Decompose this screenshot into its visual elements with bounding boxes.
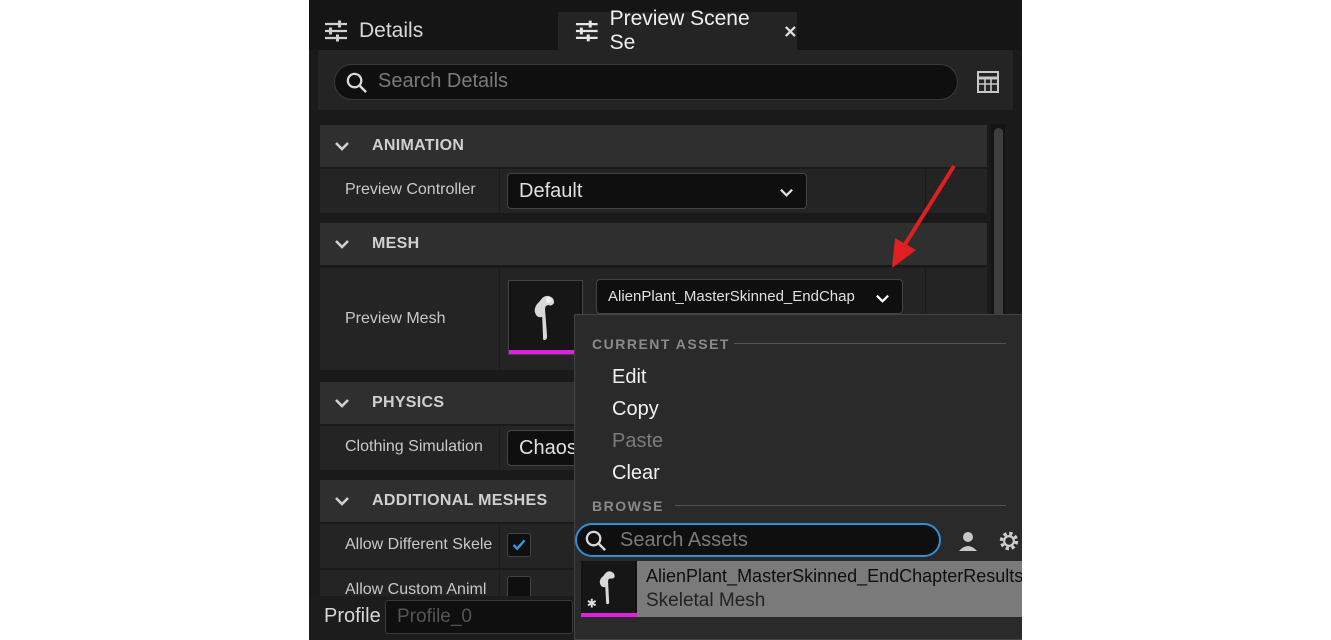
menu-item-copy[interactable]: Copy (612, 398, 659, 421)
tab-preview-scene-label: Preview Scene Se (609, 7, 750, 54)
category-mesh-title: MESH (372, 235, 420, 252)
sliders-icon (575, 20, 598, 42)
asset-result-thumbnail: ✱ (581, 561, 637, 617)
tab-preview-scene-settings[interactable]: Preview Scene Se (558, 7, 797, 54)
preview-mesh-label: Preview Mesh (345, 310, 446, 327)
preview-mesh-value: AlienPlant_MasterSkinned_EndChap (608, 288, 855, 305)
tab-details[interactable]: Details (323, 12, 553, 50)
clothing-simulation-value: Chaos (519, 436, 577, 459)
annotation-arrow-icon (892, 164, 956, 268)
separator (734, 343, 1006, 344)
profile-label: Profile (324, 605, 381, 627)
chevron-down-icon (335, 142, 349, 151)
search-icon (585, 530, 606, 551)
chevron-down-icon (335, 497, 349, 506)
divider (499, 426, 500, 470)
profile-value: Profile_0 (397, 606, 472, 627)
tab-details-label: Details (359, 19, 424, 42)
table-view-icon[interactable] (977, 71, 999, 93)
current-asset-header: CURRENT ASSET (592, 336, 730, 352)
preview-controller-label: Preview Controller (345, 181, 476, 198)
preview-controller-dropdown[interactable]: Default (507, 173, 807, 209)
clothing-simulation-label: Clothing Simulation (345, 438, 483, 455)
alien-plant-thumbnail-icon (511, 281, 580, 350)
menu-item-clear[interactable]: Clear (612, 462, 660, 485)
alien-plant-thumbnail-icon: ✱ (583, 561, 635, 613)
category-animation-title: ANIMATION (372, 137, 465, 154)
asset-result-name: AlienPlant_MasterSkinned_EndChapterResul… (646, 566, 1022, 586)
mesh-thumbnail[interactable] (508, 280, 583, 355)
category-physics-title: PHYSICS (372, 394, 445, 411)
gear-icon[interactable] (996, 528, 1022, 554)
separator (675, 505, 1006, 506)
close-icon[interactable] (784, 25, 797, 38)
chevron-down-icon (335, 399, 349, 408)
asset-type-underline (509, 350, 582, 354)
checkmark-icon (512, 539, 526, 551)
divider (499, 524, 500, 568)
svg-text:✱: ✱ (587, 596, 597, 610)
divider (499, 268, 500, 370)
sliders-icon (325, 20, 347, 42)
menu-item-paste: Paste (612, 430, 664, 452)
asset-type-underline (581, 613, 637, 617)
allow-different-skeletons-label: Allow Different Skele (345, 536, 493, 553)
preview-mesh-dropdown[interactable]: AlienPlant_MasterSkinned_EndChap (596, 279, 903, 314)
search-icon (346, 72, 367, 93)
category-additional-meshes-title: ADDITIONAL MESHES (372, 492, 548, 509)
chevron-down-icon (335, 240, 349, 249)
asset-result-type: Skeletal Mesh (646, 590, 766, 611)
menu-item-edit[interactable]: Edit (612, 366, 646, 389)
chevron-down-icon (780, 188, 793, 197)
profile-input[interactable]: Profile_0 (385, 600, 573, 634)
search-assets-input[interactable]: Search Assets (575, 523, 941, 557)
scrollbar-thumb[interactable] (994, 128, 1003, 318)
allow-different-skeletons-checkbox[interactable] (507, 533, 531, 557)
asset-result-item[interactable]: ✱ AlienPlant_MasterSkinned_EndChapterRes… (581, 561, 1022, 617)
asset-context-menu: CURRENT ASSET Edit Copy Paste Clear BROW… (574, 314, 1022, 640)
user-icon[interactable] (956, 529, 980, 553)
divider (499, 169, 500, 213)
search-assets-placeholder: Search Assets (620, 529, 748, 551)
chevron-down-icon (876, 294, 889, 303)
search-placeholder: Search Details (378, 70, 509, 92)
browse-header: BROWSE (592, 498, 664, 514)
search-details-input[interactable]: Search Details (334, 64, 958, 100)
preview-controller-value: Default (519, 179, 583, 202)
